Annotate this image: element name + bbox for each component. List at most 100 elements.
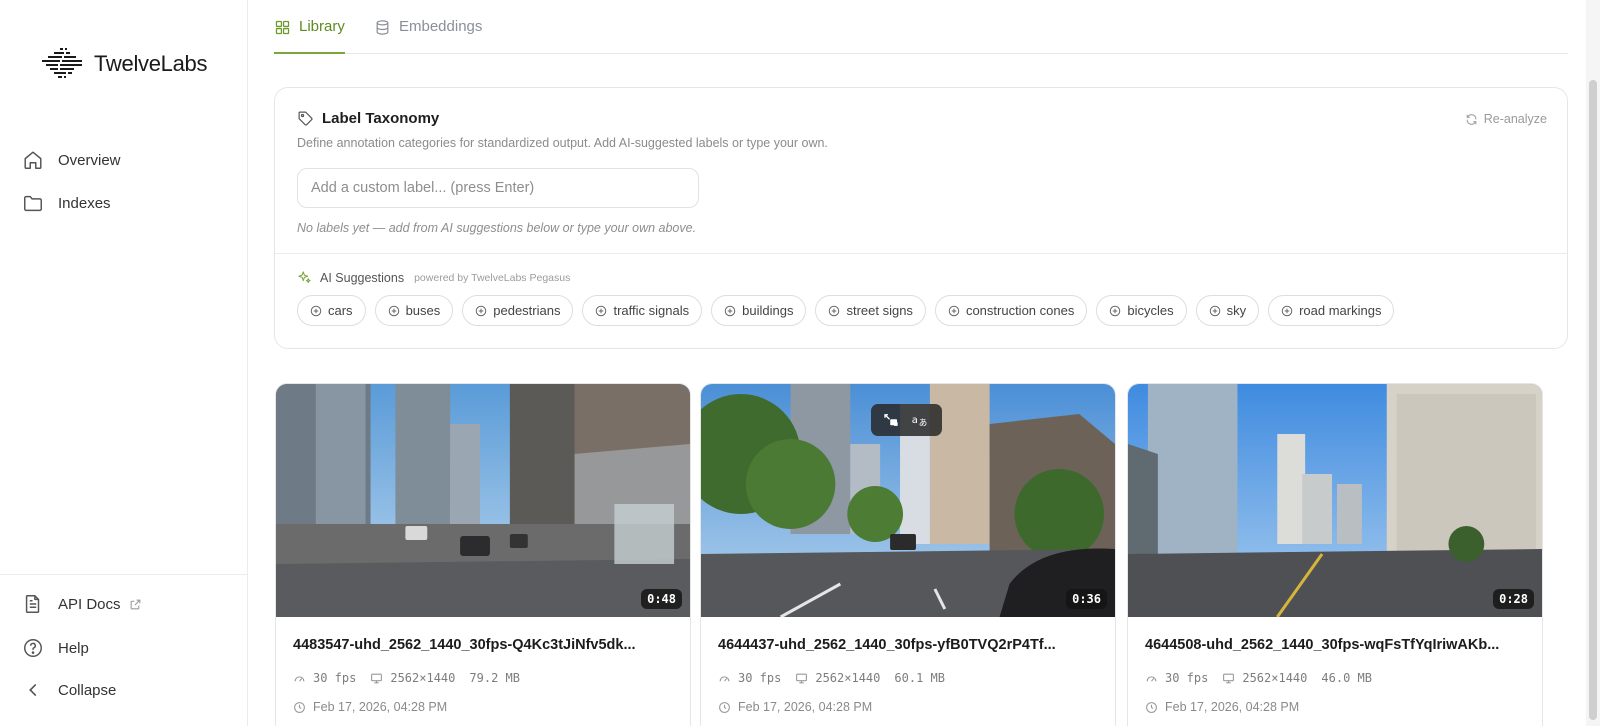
chip-label: buildings	[742, 303, 794, 318]
ai-suggestions-header: AI Suggestions powered by TwelveLabs Peg…	[297, 270, 570, 285]
tag-icon	[298, 111, 313, 126]
video-fps: 30 fps	[293, 671, 356, 685]
resolution-value: 2562×1440	[390, 671, 456, 685]
reanalyze-label: Re-analyze	[1483, 112, 1547, 126]
ai-suggestions-powered: powered by TwelveLabs Pegasus	[414, 271, 571, 284]
plus-circle-icon	[948, 305, 960, 316]
plus-circle-icon	[724, 305, 736, 316]
sidebar-item-label: Indexes	[58, 194, 111, 212]
sidebar-item-help[interactable]: Help	[22, 637, 89, 659]
fps-value: 30 fps	[1165, 671, 1209, 685]
suggestion-chip-buses[interactable]: buses	[374, 295, 454, 326]
video-meta: 30 fps 2562×1440 79.2 MB	[293, 671, 520, 685]
video-card[interactable]: 0:48 4483547-uhd_2562_1440_30fps-Q4Kc3tJ…	[275, 383, 691, 726]
street-scene-image	[1128, 384, 1542, 617]
panel-header: Label Taxonomy	[297, 110, 439, 127]
refresh-icon	[1466, 113, 1477, 125]
sidebar-item-indexes[interactable]: Indexes	[22, 192, 111, 214]
gauge-icon	[1146, 675, 1157, 682]
empty-labels-note: No labels yet — add from AI suggestions …	[297, 221, 697, 235]
external-link-icon	[130, 599, 140, 609]
picture-in-picture-icon[interactable]	[882, 411, 900, 429]
video-fps: 30 fps	[1145, 671, 1208, 685]
sidebar-divider	[0, 574, 248, 575]
translate-icon[interactable]: aあ	[911, 411, 931, 429]
video-card[interactable]: 0:28 4644508-uhd_2562_1440_30fps-wqFsTfY…	[1127, 383, 1543, 726]
plus-circle-icon	[310, 305, 322, 316]
suggestion-chip-buildings[interactable]: buildings	[711, 295, 807, 326]
twelvelabs-logo-icon	[42, 48, 82, 78]
sidebar-item-label: API Docs	[58, 595, 121, 613]
suggestion-chip-sky[interactable]: sky	[1195, 295, 1260, 326]
chip-label: bicycles	[1127, 303, 1174, 318]
panel-description: Define annotation categories for standar…	[297, 136, 828, 150]
tab-label: Library	[299, 18, 345, 35]
size-value: 79.2 MB	[469, 671, 520, 685]
sidebar-item-label: Overview	[58, 151, 121, 169]
chip-label: construction cones	[965, 303, 1075, 318]
plus-circle-icon	[1110, 305, 1121, 316]
ai-suggestions-title: AI Suggestions	[320, 270, 405, 285]
video-resolution: 2562×1440	[370, 671, 455, 685]
chip-label: street signs	[846, 303, 913, 318]
video-fps: 30 fps	[718, 671, 781, 685]
panel-divider	[275, 253, 1567, 254]
chevron-left-icon	[29, 684, 37, 696]
sparkles-icon	[298, 271, 311, 284]
suggestion-chip-street-signs[interactable]: street signs	[815, 295, 926, 326]
video-date: Feb 17, 2026, 04:28 PM	[293, 700, 447, 714]
date-value: Feb 17, 2026, 04:28 PM	[313, 700, 448, 714]
sidebar-item-label: Collapse	[58, 681, 117, 699]
clock-icon	[294, 701, 305, 713]
database-icon	[376, 20, 389, 35]
sidebar-item-overview[interactable]: Overview	[22, 149, 121, 171]
grid-icon	[275, 20, 290, 35]
size-value: 46.0 MB	[1321, 671, 1372, 685]
suggestion-chip-road-markings[interactable]: road markings	[1268, 295, 1395, 326]
chip-label: traffic signals	[613, 303, 690, 318]
chip-label: pedestrians	[493, 303, 561, 318]
reanalyze-button[interactable]: Re-analyze	[1465, 112, 1547, 126]
scrollbar-thumb[interactable]	[1589, 80, 1597, 720]
suggestion-chip-construction-cones[interactable]: construction cones	[934, 295, 1088, 326]
video-title: 4483547-uhd_2562_1440_30fps-Q4Kc3tJiNfv5…	[293, 637, 636, 653]
help-circle-icon	[24, 639, 42, 657]
plus-circle-icon	[596, 305, 607, 316]
chip-label: cars	[328, 303, 353, 318]
sidebar-item-api-docs[interactable]: API Docs	[22, 593, 142, 615]
panel-title: Label Taxonomy	[322, 110, 440, 127]
video-thumbnail[interactable]: aあ 0:36	[701, 384, 1115, 617]
suggestion-chips: cars buses pedestrians traffic signals b…	[297, 295, 1395, 326]
video-title: 4644437-uhd_2562_1440_30fps-yfB0TVQ2rP4T…	[718, 637, 1056, 653]
tab-library[interactable]: Library	[274, 18, 345, 54]
suggestion-chip-pedestrians[interactable]: pedestrians	[462, 295, 574, 326]
video-card[interactable]: aあ 0:36 4644437-uhd_2562_1440_30fps-yfB0…	[700, 383, 1116, 726]
chip-label: road markings	[1299, 303, 1382, 318]
plus-circle-icon	[388, 305, 399, 316]
video-duration: 0:28	[1493, 589, 1534, 609]
suggestion-chip-cars[interactable]: cars	[297, 295, 366, 326]
svg-text:あ: あ	[918, 417, 926, 427]
custom-label-input[interactable]	[297, 168, 699, 208]
resolution-value: 2562×1440	[1242, 671, 1308, 685]
tab-embeddings[interactable]: Embeddings	[374, 18, 482, 54]
size-value: 60.1 MB	[894, 671, 945, 685]
video-duration: 0:36	[1066, 589, 1107, 609]
video-meta: 30 fps 2562×1440 60.1 MB	[718, 671, 945, 685]
brand-name: TwelveLabs	[94, 51, 208, 76]
suggestion-chip-traffic-signals[interactable]: traffic signals	[582, 295, 703, 326]
plus-circle-icon	[476, 305, 487, 316]
page-scrollbar[interactable]	[1586, 0, 1600, 726]
suggestion-chip-bicycles[interactable]: bicycles	[1096, 295, 1187, 326]
video-thumbnail[interactable]: 0:28	[1128, 384, 1542, 617]
main-content: Library Embeddings Label Taxonomy Re-ana…	[274, 0, 1568, 726]
tab-bar: Library Embeddings	[274, 0, 1568, 54]
resolution-value: 2562×1440	[815, 671, 881, 685]
date-value: Feb 17, 2026, 04:28 PM	[1165, 700, 1300, 714]
date-value: Feb 17, 2026, 04:28 PM	[738, 700, 873, 714]
video-thumbnail[interactable]: 0:48	[276, 384, 690, 617]
tab-label: Embeddings	[399, 18, 483, 35]
sidebar-collapse-button[interactable]: Collapse	[22, 679, 116, 701]
thumbnail-toolbar: aあ	[871, 404, 942, 436]
brand-logo[interactable]: TwelveLabs	[40, 46, 207, 82]
